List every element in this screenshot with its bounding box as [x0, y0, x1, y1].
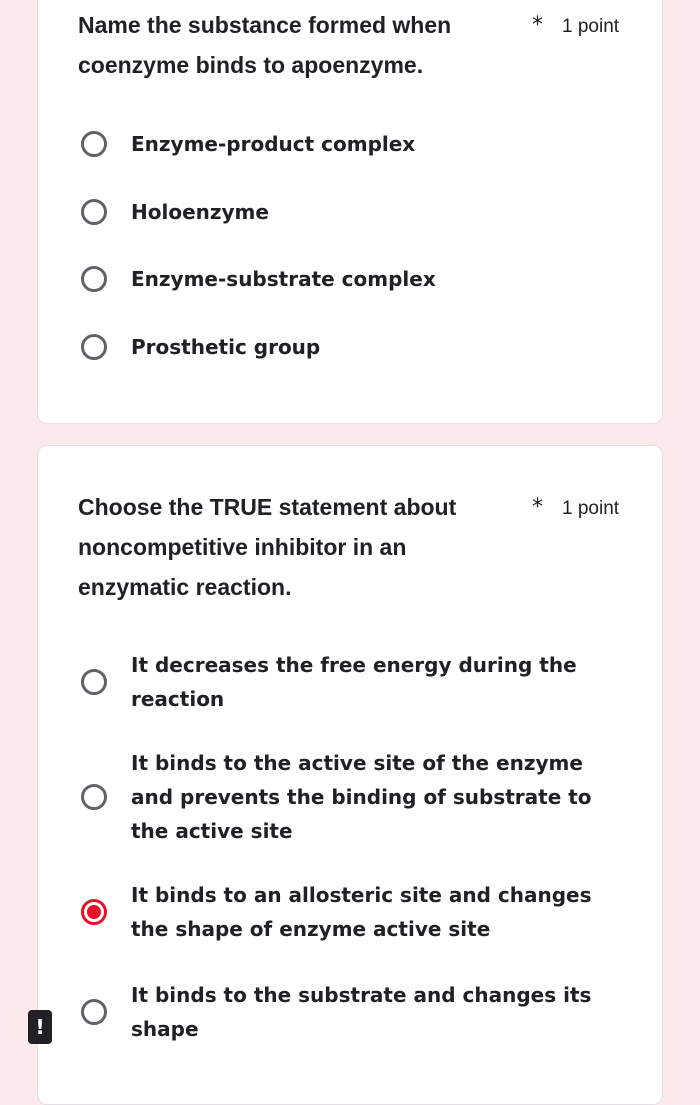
option-enzyme-substrate-complex[interactable]: Enzyme-substrate complex	[78, 262, 638, 296]
option-decreases-free-energy[interactable]: It decreases the free energy during the …	[78, 648, 638, 716]
radio-button[interactable]	[81, 266, 107, 292]
option-label: It binds to the active site of the enzym…	[131, 751, 592, 843]
option-binds-allosteric-site[interactable]: It binds to an allosteric site and chang…	[78, 878, 638, 946]
option-label: Holoenzyme	[131, 200, 269, 224]
radio-button[interactable]	[81, 199, 107, 225]
warning-badge[interactable]: !	[28, 1010, 52, 1044]
option-binds-substrate[interactable]: It binds to the substrate and changes it…	[78, 978, 638, 1046]
option-holoenzyme[interactable]: Holoenzyme	[78, 195, 638, 229]
option-enzyme-product-complex[interactable]: Enzyme-product complex	[78, 127, 638, 161]
option-label: It binds to the substrate and changes it…	[131, 983, 592, 1041]
points-label: 1 point	[562, 498, 620, 519]
question-card-2: Choose the TRUE statement about noncompe…	[37, 445, 663, 1105]
option-binds-active-site[interactable]: It binds to the active site of the enzym…	[78, 746, 638, 848]
option-label: Enzyme-product complex	[131, 132, 416, 156]
option-label: Prosthetic group	[131, 335, 321, 359]
question-card-1: Name the substance formed when coenzyme …	[37, 0, 663, 424]
radio-button[interactable]	[81, 131, 107, 157]
radio-button-selected[interactable]	[81, 899, 107, 925]
option-prosthetic-group[interactable]: Prosthetic group	[78, 330, 638, 364]
radio-button[interactable]	[81, 784, 107, 810]
option-label: It decreases the free energy during the …	[131, 653, 577, 711]
radio-button[interactable]	[81, 334, 107, 360]
radio-button[interactable]	[81, 669, 107, 695]
required-asterisk: *	[532, 495, 543, 520]
option-label: It binds to an allosteric site and chang…	[131, 883, 592, 941]
required-asterisk: *	[532, 13, 543, 38]
option-label: Enzyme-substrate complex	[131, 267, 436, 291]
question-title: Name the substance formed when coenzyme …	[78, 12, 452, 78]
points-label: 1 point	[562, 16, 620, 37]
question-title: Choose the TRUE statement about noncompe…	[78, 494, 457, 600]
radio-button[interactable]	[81, 999, 107, 1025]
